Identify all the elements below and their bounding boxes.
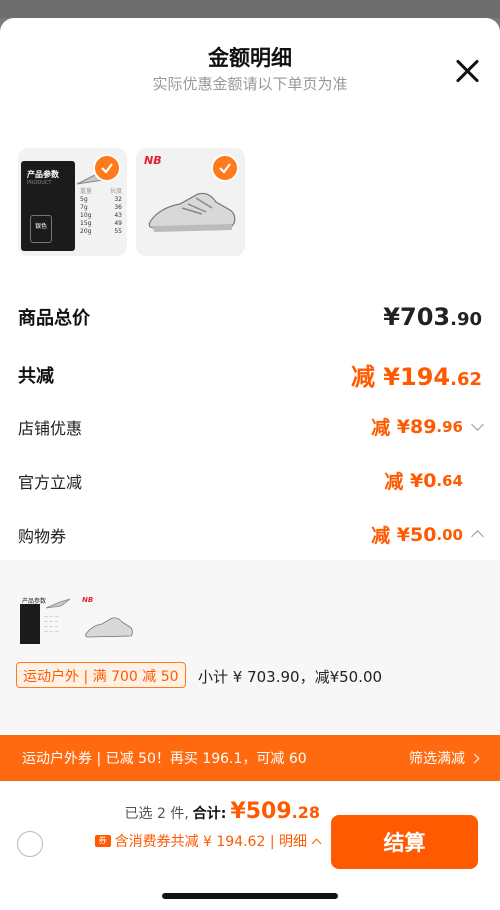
card-sub: PRODUCT <box>27 180 52 186</box>
mini-sneaker-thumbnail: NB <box>82 596 138 646</box>
product-thumbnail-sneaker[interactable]: NB <box>136 148 245 256</box>
shopping-coupon-row[interactable]: 购物券 减 ¥50.00 <box>18 521 484 548</box>
chevron-down-icon[interactable] <box>471 418 484 431</box>
close-icon[interactable] <box>454 58 480 84</box>
spec-cell: 55 <box>114 228 122 235</box>
sneaker-icon <box>148 192 236 232</box>
mini-brand-logo: NB <box>82 596 94 604</box>
discount-prefix: 减 <box>350 363 375 391</box>
currency: ¥ <box>396 415 410 438</box>
shopping-coupon-value: 减 ¥50.00 <box>371 521 484 548</box>
spec-cell: 5g <box>80 196 88 203</box>
status-backdrop <box>0 0 500 18</box>
discount-detail-text: 含消费券共减 ¥ 194.62 | 明细 <box>114 834 307 850</box>
chevron-up-icon <box>311 838 322 848</box>
card-label: 产品参数 <box>27 170 59 179</box>
coupon-detail-panel: 产品参数 — — — — — — — — — — — — NB 运动户外 | 满 70… <box>0 560 500 732</box>
spec-table: 重量 长度 5g 32 7g 36 10g 43 15g 49 20g 55 <box>76 188 126 236</box>
lure-icon <box>45 598 71 609</box>
shop-discount-value: 减 ¥89.96 <box>371 413 484 440</box>
select-all-radio[interactable] <box>17 831 43 857</box>
spec-cell: 10g <box>80 212 92 219</box>
card-chip: 银色 <box>30 215 52 243</box>
product-card-image: 产品参数 PRODUCT 银色 <box>21 161 75 251</box>
sneaker-icon <box>85 617 133 638</box>
total-price-row: 商品总价 ¥703.90 <box>18 303 482 331</box>
discount-prefix: 减 <box>384 471 404 493</box>
amount-dec: .62 <box>450 369 482 390</box>
total-price-value: ¥703.90 <box>383 303 482 331</box>
filter-discount-label: 筛选满减 <box>409 751 465 767</box>
total-price-label: 商品总价 <box>18 308 90 329</box>
coupon-banner-text: 运动户外券 | 已减 50！再买 196.1，可减 60 <box>22 751 307 767</box>
spec-cell: 32 <box>114 196 122 203</box>
spec-cell: 7g <box>80 204 88 211</box>
mini-product-thumbnail: 产品参数 — — — — — — — — — — — — <box>18 596 74 646</box>
shop-discount-label: 店铺优惠 <box>18 418 83 438</box>
coupon-tag: 运动户外 | 满 700 减 50 <box>16 662 186 688</box>
amount-dec: .00 <box>436 525 463 544</box>
official-discount-value: 减 ¥0.64 <box>384 467 482 494</box>
amount-int: 194 <box>400 363 451 391</box>
currency: ¥ <box>230 799 246 824</box>
amount-dec: .90 <box>450 309 482 330</box>
home-indicator <box>162 893 338 899</box>
amount-dec: .28 <box>291 803 320 822</box>
spec-cell: 20g <box>80 228 92 235</box>
total-label: 合计: <box>192 806 227 822</box>
currency: ¥ <box>409 469 424 492</box>
total-summary: 已选 2 件, 合计: ¥509.28 <box>125 799 320 824</box>
total-discount-row: 共减 减 ¥194.62 <box>18 357 482 392</box>
amount-int: 0 <box>423 469 437 492</box>
currency: ¥ <box>383 363 400 391</box>
mini-card-image <box>20 604 40 644</box>
checkmark-icon[interactable] <box>93 154 121 182</box>
product-thumbnail-params[interactable]: 产品参数 PRODUCT 银色 重量 长度 5g 32 7g 36 10g 43 15g… <box>18 148 127 256</box>
shopping-coupon-label: 购物券 <box>18 526 67 546</box>
sheet-title: 金额明细 <box>208 46 292 70</box>
spec-cell: 49 <box>114 220 122 227</box>
amount-int: 703 <box>400 303 451 331</box>
currency: ¥ <box>396 523 410 546</box>
mini-card-label: 产品参数 <box>22 598 47 605</box>
amount-dec: .64 <box>436 471 463 490</box>
checkmark-icon[interactable] <box>211 154 239 182</box>
currency: ¥ <box>383 303 400 331</box>
coupon-banner[interactable]: 运动户外券 | 已减 50！再买 196.1，可减 60 筛选满减 <box>0 735 500 781</box>
discount-detail-link[interactable]: 券 含消费券共减 ¥ 194.62 | 明细 <box>94 831 322 851</box>
official-discount-label: 官方立减 <box>18 472 83 492</box>
official-discount-row: 官方立减 减 ¥0.64 <box>18 467 482 494</box>
brand-logo: NB <box>144 154 162 167</box>
amount-detail-sheet: 金额明细 实际优惠金额请以下单页为准 产品参数 PRODUCT 银色 重量 长度 … <box>0 18 500 910</box>
spec-cell: 36 <box>114 204 122 211</box>
amount-int: 89 <box>409 415 437 438</box>
checkout-bar: 已选 2 件, 合计: ¥509.28 券 含消费券共减 ¥ 194.62 | … <box>0 781 500 910</box>
chevron-placeholder <box>473 476 482 485</box>
spec-cell: 43 <box>114 212 122 219</box>
chevron-up-icon[interactable] <box>471 530 484 543</box>
filter-discount-link[interactable]: 筛选满减 <box>409 748 480 768</box>
total-discount-value: 减 ¥194.62 <box>351 357 482 392</box>
sheet-subtitle: 实际优惠金额请以下单页为准 <box>152 75 348 93</box>
total-amount: ¥509.28 <box>230 799 320 824</box>
shop-discount-row[interactable]: 店铺优惠 减 ¥89.96 <box>18 413 484 440</box>
total-discount-label: 共减 <box>18 365 54 387</box>
discount-prefix: 减 <box>371 417 391 439</box>
discount-prefix: 减 <box>371 525 391 547</box>
amount-dec: .96 <box>436 417 463 436</box>
chevron-right-icon <box>469 753 480 763</box>
selected-count: 已选 2 件, <box>124 806 189 822</box>
spec-cell: 15g <box>80 220 92 227</box>
coupon-subtotal: 小计 ¥ 703.90，减¥50.00 <box>198 668 383 686</box>
amount-int: 50 <box>409 523 437 546</box>
coupon-ticket-icon: 券 <box>94 835 111 847</box>
checkout-button[interactable]: 结算 <box>331 815 478 869</box>
amount-int: 509 <box>245 799 292 824</box>
